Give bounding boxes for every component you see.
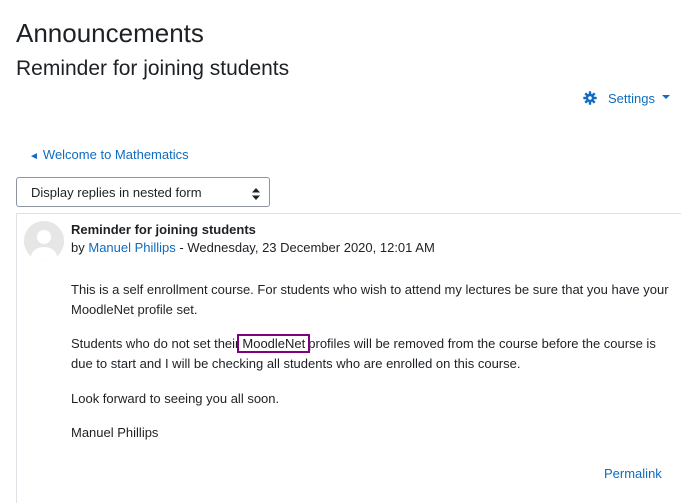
display-mode-select[interactable]: Display replies in nested form — [16, 177, 270, 207]
byline-separator: - — [179, 240, 184, 255]
post-paragraph: This is a self enrollment course. For st… — [71, 282, 669, 317]
page-title: Announcements — [16, 18, 204, 48]
post-paragraph: Students who do not set their MoodleNet pr… — [71, 334, 671, 374]
left-arrow-icon: ◄ — [29, 151, 39, 162]
highlighted-word: MoodleNet — [237, 334, 311, 353]
post-paragraph: Look forward to seeing you all soon. — [71, 391, 280, 406]
avatar[interactable] — [24, 221, 64, 261]
discussion-title: Reminder for joining students — [16, 57, 290, 80]
author-link[interactable]: Manuel Phillips — [88, 240, 175, 255]
post-date: Wednesday, 23 December 2020, 12:01 AM — [187, 240, 435, 255]
permalink-link[interactable]: Permalink — [604, 465, 662, 483]
previous-discussion-label: Welcome to Mathematics — [42, 147, 189, 162]
post-byline: by Manuel Phillips - Wednesday, 23 Decem… — [71, 239, 435, 257]
caret-down-icon — [661, 95, 670, 99]
post-subject: Reminder for joining students — [71, 222, 256, 237]
previous-discussion-link[interactable]: ◄ Welcome to Mathematics — [29, 146, 189, 166]
settings-label: Settings — [608, 90, 655, 106]
post-signature: Manuel Phillips — [71, 425, 159, 440]
gear-icon — [583, 91, 597, 105]
display-mode-value: Display replies in nested form — [31, 185, 202, 200]
select-arrows-icon — [252, 187, 260, 200]
paragraph-text: Students who do not set their — [71, 336, 240, 351]
by-prefix: by — [71, 240, 85, 255]
settings-menu-button[interactable]: Settings — [583, 89, 670, 107]
